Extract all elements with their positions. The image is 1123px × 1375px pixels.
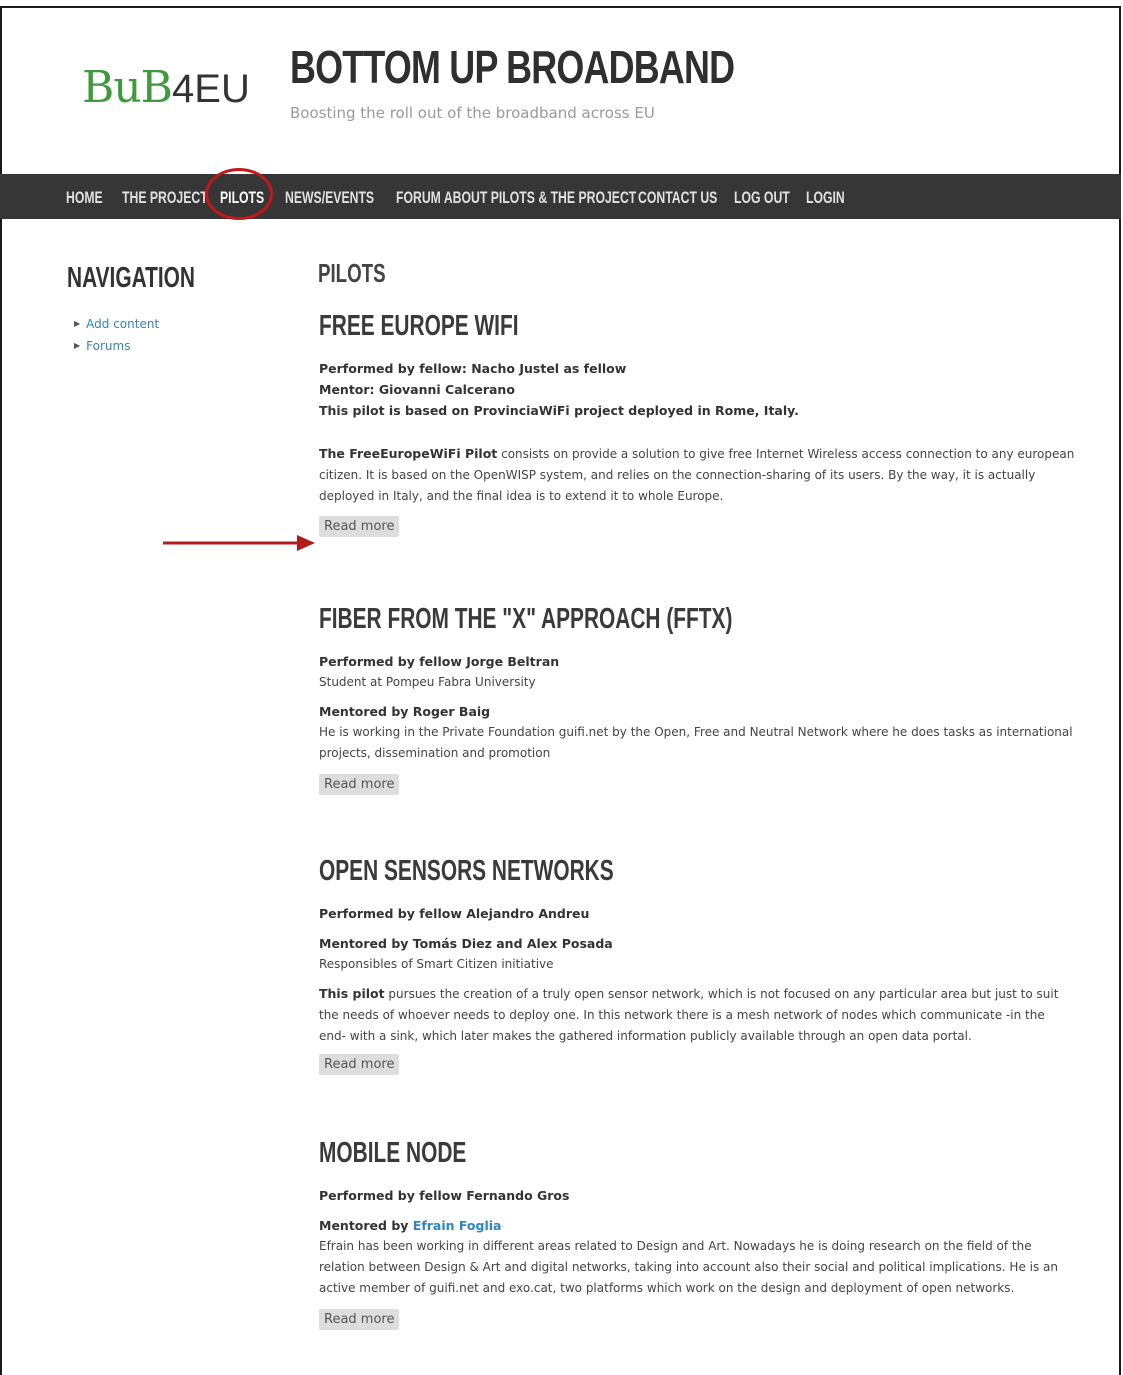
- pilot-performed-sub: Student at Pompeu Fabra University: [319, 675, 536, 689]
- pilot-description: This pilot pursues the creation of a tru…: [319, 983, 1075, 1047]
- pilot-fttx: FIBER FROM THE "X" APPROACH (FFTX) Perfo…: [319, 603, 1075, 795]
- pilot-performed-by: Performed by fellow Fernando Gros: [319, 1188, 570, 1203]
- site-slogan: Boosting the roll out of the broadband a…: [290, 104, 655, 122]
- pilot-performed-by: Performed by fellow Alejandro Andreu: [319, 906, 590, 921]
- pilot-mentored-by: Mentored by Roger Baig: [319, 704, 491, 719]
- pilot-description: He is working in the Private Foundation …: [319, 725, 1073, 760]
- mentored-prefix: Mentored by: [319, 1218, 413, 1233]
- pilot-open-sensors-networks: OPEN SENSORS NETWORKS Performed by fello…: [319, 855, 1075, 1075]
- main-menu: HOME THE PROJECT PILOTS NEWS/EVENTS FORU…: [0, 174, 1121, 219]
- menu-item-log-out[interactable]: LOG OUT: [734, 188, 790, 208]
- bullet-icon: ▶: [74, 319, 81, 328]
- menu-item-home[interactable]: HOME: [66, 188, 103, 208]
- sidebar-item-add-content: ▶ Add content: [74, 313, 159, 335]
- pilot-mentored-by: Mentored by Efrain Foglia: [319, 1215, 1075, 1236]
- arrow-right-icon: [163, 535, 315, 551]
- menu-item-the-project[interactable]: THE PROJECT: [122, 188, 208, 208]
- logo-suffix: 4EU: [172, 67, 250, 111]
- pilot-title[interactable]: FIBER FROM THE "X" APPROACH (FFTX): [319, 603, 863, 639]
- pilot-free-europe-wifi: FREE EUROPE WIFI Performed by fellow: Na…: [319, 310, 1075, 537]
- pilot-title[interactable]: OPEN SENSORS NETWORKS: [319, 855, 863, 891]
- bullet-icon: ▶: [74, 341, 81, 350]
- menu-item-login[interactable]: LOGIN: [806, 188, 845, 208]
- pilot-title[interactable]: MOBILE NODE: [319, 1137, 863, 1173]
- page-title: PILOTS: [318, 258, 386, 288]
- logo-text: BuB: [82, 62, 173, 113]
- forums-link[interactable]: Forums: [86, 339, 130, 353]
- pilot-lead: This pilot: [319, 986, 385, 1001]
- menu-item-forum[interactable]: FORUM ABOUT PILOTS & THE PROJECT: [396, 188, 636, 208]
- pilot-mentored-sub: Responsibles of Smart Citizen initiative: [319, 957, 554, 971]
- pilot-body: pursues the creation of a truly open sen…: [319, 987, 1059, 1043]
- sidebar-item-forums: ▶ Forums: [74, 335, 159, 357]
- menu-item-contact-us[interactable]: CONTACT US: [638, 188, 717, 208]
- pilot-based-on: This pilot is based on ProvinciaWiFi pro…: [319, 403, 799, 418]
- pilot-title[interactable]: FREE EUROPE WIFI: [319, 310, 863, 346]
- site-title[interactable]: BOTTOM UP BROADBAND: [290, 40, 735, 94]
- pilot-performed-by: Performed by fellow Jorge Beltran: [319, 654, 560, 669]
- read-more-button[interactable]: Read more: [319, 516, 400, 537]
- read-more-button[interactable]: Read more: [319, 1309, 400, 1330]
- sidebar-menu: ▶ Add content ▶ Forums: [74, 313, 159, 357]
- pilot-description: The FreeEuropeWiFi Pilot consists on pro…: [319, 443, 1075, 507]
- pilot-lead: The FreeEuropeWiFi Pilot: [319, 446, 498, 461]
- mentor-link[interactable]: Efrain Foglia: [413, 1218, 502, 1233]
- read-more-button[interactable]: Read more: [319, 774, 400, 795]
- site-logo[interactable]: BuB4EU: [82, 62, 250, 113]
- pilot-mentor: Mentor: Giovanni Calcerano: [319, 382, 515, 397]
- add-content-link[interactable]: Add content: [86, 317, 159, 331]
- menu-item-news-events[interactable]: NEWS/EVENTS: [285, 188, 374, 208]
- pilot-mentored-by: Mentored by Tomás Diez and Alex Posada: [319, 936, 613, 951]
- pilot-performed-by: Performed by fellow: Nacho Justel as fel…: [319, 361, 627, 376]
- pilot-mobile-node: MOBILE NODE Performed by fellow Fernando…: [319, 1137, 1075, 1330]
- read-more-button[interactable]: Read more: [319, 1054, 400, 1075]
- pilot-description: Efrain has been working in different are…: [319, 1239, 1059, 1295]
- highlight-circle: [205, 168, 273, 220]
- sidebar-title: NAVIGATION: [67, 262, 195, 294]
